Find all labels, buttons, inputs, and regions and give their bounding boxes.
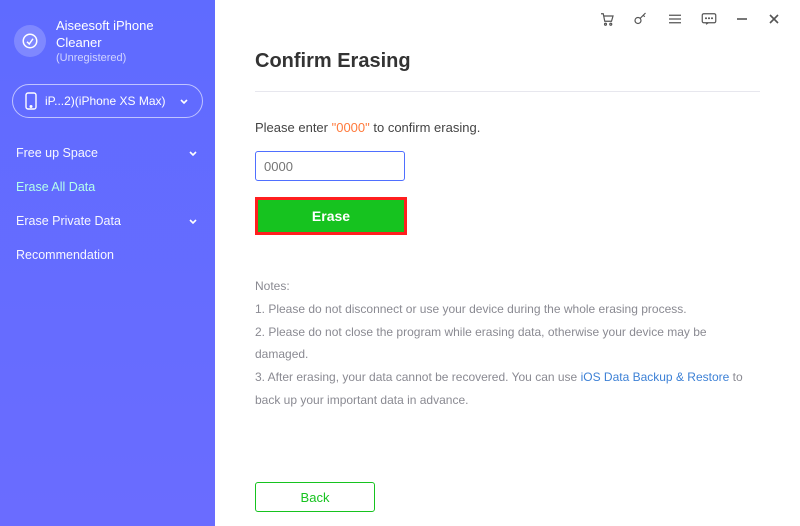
divider <box>255 91 760 92</box>
confirm-input[interactable] <box>255 151 405 181</box>
erase-button[interactable]: Erase <box>258 200 404 232</box>
app-subtitle: (Unregistered) <box>56 52 201 64</box>
device-label: iP...2)(iPhone XS Max) <box>45 94 166 108</box>
sidebar-item-label: Erase Private Data <box>16 214 121 228</box>
prompt-pre: Please enter <box>255 120 332 135</box>
feedback-icon[interactable] <box>700 10 718 28</box>
sidebar-item-label: Free up Space <box>16 146 98 160</box>
brand-block: Aiseesoft iPhone Cleaner (Unregistered) <box>0 10 215 78</box>
chevron-down-icon <box>178 95 190 107</box>
app-title: Aiseesoft iPhone Cleaner <box>56 18 201 52</box>
titlebar <box>215 0 800 32</box>
sidebar-item-erase-private-data[interactable]: Erase Private Data <box>0 204 215 238</box>
main-panel: Confirm Erasing Please enter "0000" to c… <box>215 0 800 526</box>
note-3: 3. After erasing, your data cannot be re… <box>255 366 760 412</box>
device-selector[interactable]: iP...2)(iPhone XS Max) <box>12 84 203 118</box>
note-2: 2. Please do not close the program while… <box>255 321 760 367</box>
erase-highlight: Erase <box>255 197 407 235</box>
phone-icon <box>25 92 37 110</box>
sidebar-item-free-up-space[interactable]: Free up Space <box>0 136 215 170</box>
sidebar-item-recommendation[interactable]: Recommendation <box>0 238 215 272</box>
notes-block: Notes: 1. Please do not disconnect or us… <box>255 275 760 412</box>
backup-restore-link[interactable]: iOS Data Backup & Restore <box>581 370 730 384</box>
back-button[interactable]: Back <box>255 482 375 512</box>
confirm-code: "0000" <box>332 120 370 135</box>
sidebar-item-erase-all-data[interactable]: Erase All Data <box>0 170 215 204</box>
app-logo-icon <box>14 25 46 57</box>
notes-title: Notes: <box>255 275 760 298</box>
sidebar: Aiseesoft iPhone Cleaner (Unregistered) … <box>0 0 215 526</box>
chevron-down-icon <box>187 215 199 227</box>
confirm-prompt: Please enter "0000" to confirm erasing. <box>255 120 760 135</box>
cart-icon[interactable] <box>598 10 616 28</box>
note-1: 1. Please do not disconnect or use your … <box>255 298 760 321</box>
app-window: Aiseesoft iPhone Cleaner (Unregistered) … <box>0 0 800 526</box>
content-area: Confirm Erasing Please enter "0000" to c… <box>215 32 800 526</box>
chevron-down-icon <box>187 147 199 159</box>
prompt-post: to confirm erasing. <box>370 120 481 135</box>
menu-icon[interactable] <box>666 10 684 28</box>
sidebar-item-label: Recommendation <box>16 248 114 262</box>
minimize-icon[interactable] <box>734 11 750 27</box>
page-title: Confirm Erasing <box>255 50 760 73</box>
close-icon[interactable] <box>766 11 782 27</box>
key-icon[interactable] <box>632 10 650 28</box>
note-3-pre: 3. After erasing, your data cannot be re… <box>255 370 581 384</box>
sidebar-item-label: Erase All Data <box>16 180 95 194</box>
